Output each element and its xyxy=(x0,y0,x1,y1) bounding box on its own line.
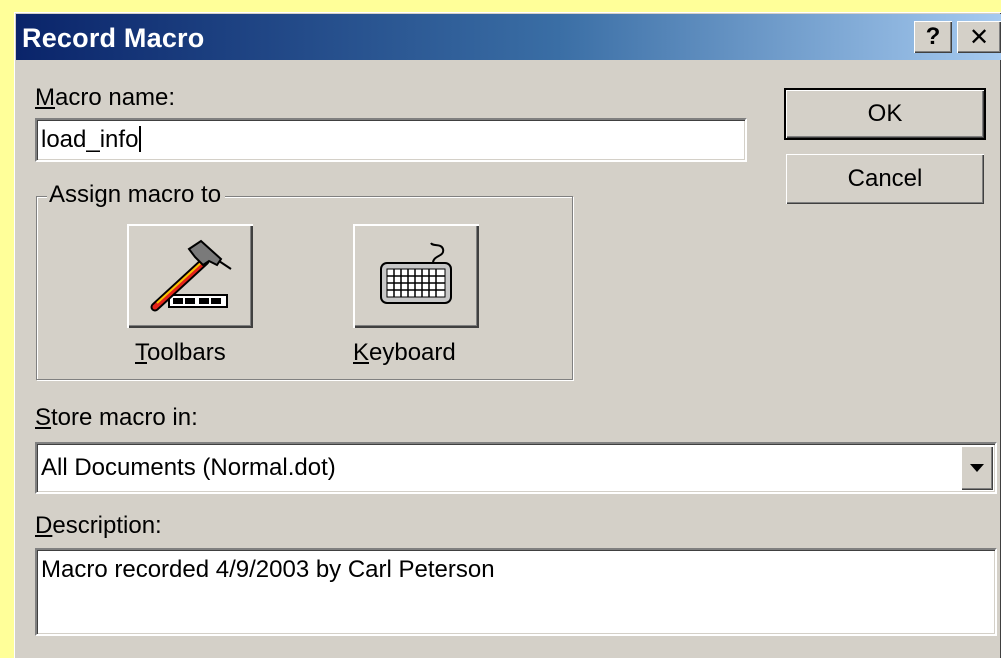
cancel-button-label: Cancel xyxy=(847,165,923,192)
description-accelerator: D xyxy=(35,512,53,539)
text-caret xyxy=(139,126,142,152)
cancel-button[interactable]: Cancel xyxy=(786,154,984,204)
macro-name-label-text: acro name: xyxy=(55,84,176,111)
toolbars-button[interactable] xyxy=(127,224,253,328)
store-macro-selected: All Documents (Normal.dot) xyxy=(41,454,336,481)
dropdown-button[interactable] xyxy=(961,446,993,490)
description-textarea[interactable]: Macro recorded 4/9/2003 by Carl Peterson xyxy=(35,548,997,636)
toolbars-label: Toolbars xyxy=(135,339,226,367)
description-value: Macro recorded 4/9/2003 by Carl Peterson xyxy=(41,556,495,583)
macro-name-label: Macro name: xyxy=(35,84,175,112)
assign-macro-group: Assign macro to Toolbars Keyboard xyxy=(36,181,573,380)
keyboard-label-text: eyboard xyxy=(369,339,456,366)
keyboard-icon xyxy=(380,242,452,304)
hammer-toolbar-icon xyxy=(150,239,232,312)
assign-macro-legend: Assign macro to xyxy=(47,181,226,209)
store-macro-label-text: tore macro in: xyxy=(51,404,198,431)
chevron-down-icon xyxy=(970,464,984,472)
close-icon: ✕ xyxy=(968,23,990,51)
dialog-title: Record Macro xyxy=(22,23,205,53)
title-bar[interactable]: Record Macro ? ✕ xyxy=(16,14,1001,60)
keyboard-accelerator: K xyxy=(353,339,370,366)
keyboard-label: Keyboard xyxy=(353,339,456,367)
record-macro-dialog: Record Macro ? ✕ Macro name: load_info O… xyxy=(14,12,1001,658)
store-macro-select[interactable]: All Documents (Normal.dot) xyxy=(35,442,997,494)
close-button[interactable]: ✕ xyxy=(957,21,1001,53)
keyboard-button[interactable] xyxy=(353,224,479,328)
macro-name-accelerator: M xyxy=(35,84,55,111)
store-macro-label: Store macro in: xyxy=(35,404,198,432)
macro-name-value: load_info xyxy=(41,126,139,153)
ok-button[interactable]: OK xyxy=(784,88,986,140)
store-macro-accelerator: S xyxy=(35,404,52,431)
help-icon: ? xyxy=(925,23,941,50)
ok-button-label: OK xyxy=(867,100,903,127)
description-label-text: escription: xyxy=(52,512,162,539)
description-label: Description: xyxy=(35,512,162,540)
toolbars-label-text: oolbars xyxy=(147,339,226,366)
toolbars-accelerator: T xyxy=(135,339,147,366)
help-button[interactable]: ? xyxy=(914,21,952,53)
macro-name-input[interactable]: load_info xyxy=(35,118,747,162)
macro-name-value-wrap: load_info xyxy=(41,126,142,154)
